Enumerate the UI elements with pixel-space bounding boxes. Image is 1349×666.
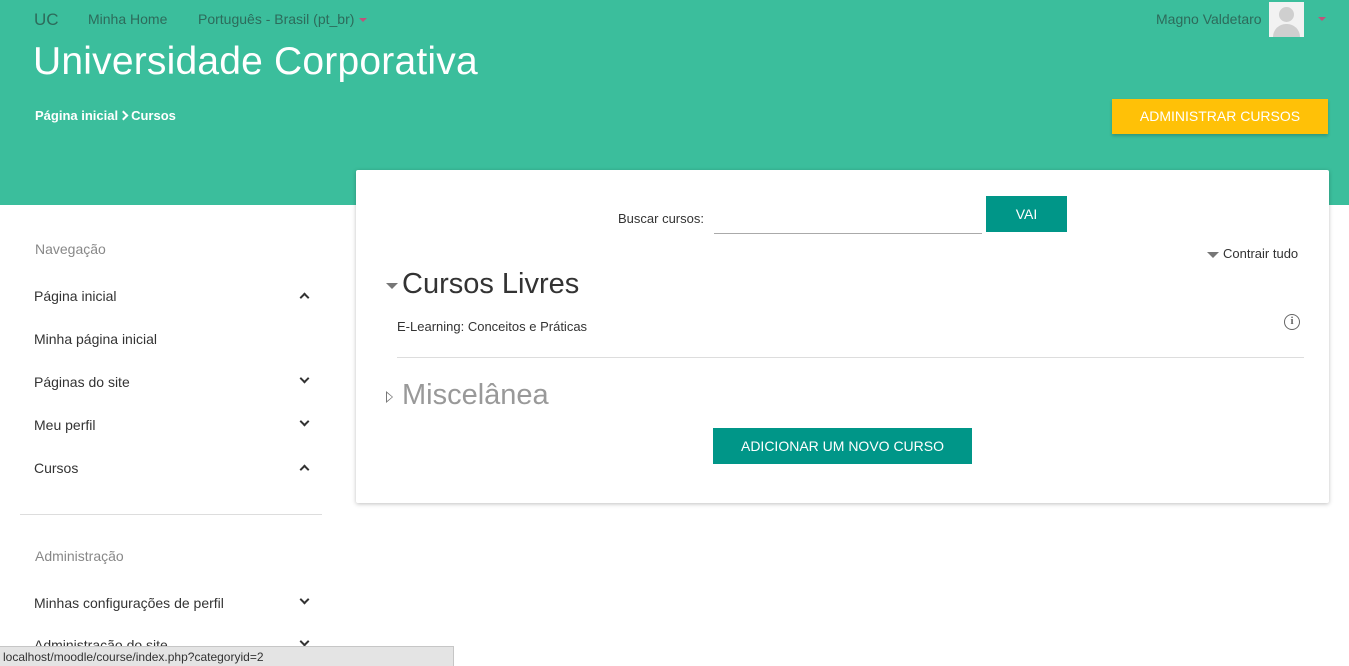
sidebar-item-home[interactable]: Página inicial	[34, 288, 310, 304]
add-course-button[interactable]: ADICIONAR UM NOVO CURSO	[713, 428, 972, 464]
manage-courses-button[interactable]: ADMINISTRAR CURSOS	[1112, 99, 1328, 134]
sidebar-item-label: Cursos	[34, 460, 79, 476]
course-categories-card: Buscar cursos: VAI Contrair tudo Cursos …	[356, 170, 1329, 503]
user-menu-name[interactable]: Magno Valdetaro	[1156, 11, 1262, 27]
sidebar-item-profile-settings[interactable]: Minhas configurações de perfil	[34, 594, 310, 611]
navigation-heading: Navegação	[35, 241, 106, 257]
sidebar-item-label: Minha página inicial	[34, 331, 157, 347]
chevron-right-icon	[118, 110, 129, 121]
course-link[interactable]: E-Learning: Conceitos e Práticas	[397, 319, 587, 334]
breadcrumb: Página inicial Cursos	[35, 108, 176, 123]
category-title[interactable]: Cursos Livres	[402, 268, 579, 300]
sidebar-item-my-homepage[interactable]: Minha página inicial	[34, 331, 308, 347]
triangle-right-icon	[386, 391, 393, 403]
language-label: Português - Brasil (pt_br)	[198, 11, 355, 27]
caret-down-icon	[359, 18, 368, 23]
triangle-down-icon	[386, 283, 398, 289]
top-navbar: UC Minha Home Português - Brasil (pt_br)…	[0, 0, 1349, 38]
collapse-all-label: Contrair tudo	[1223, 246, 1299, 261]
sidebar-item-label: Minhas configurações de perfil	[34, 595, 224, 611]
nav-home-link[interactable]: Minha Home	[88, 11, 167, 27]
category-cursos-livres[interactable]: Cursos Livres	[386, 268, 579, 301]
category-miscelanea[interactable]: Miscelânea	[386, 379, 549, 412]
brand-link[interactable]: UC	[34, 10, 59, 30]
administration-heading: Administração	[35, 548, 124, 564]
avatar[interactable]	[1269, 2, 1304, 37]
breadcrumb-home-link[interactable]: Página inicial	[35, 108, 118, 123]
chevron-up-icon[interactable]	[299, 464, 310, 475]
user-menu-caret-icon[interactable]	[1318, 17, 1326, 21]
search-input[interactable]	[714, 208, 982, 234]
search-label: Buscar cursos:	[618, 211, 704, 226]
sidebar-item-label: Páginas do site	[34, 374, 130, 390]
chevron-down-icon[interactable]	[299, 594, 310, 605]
sidebar-item-label: Página inicial	[34, 288, 117, 304]
chevron-down-icon[interactable]	[299, 416, 310, 427]
collapse-all-link[interactable]: Contrair tudo	[1207, 246, 1298, 261]
sidebar-item-site-pages[interactable]: Páginas do site	[34, 373, 310, 390]
site-title: Universidade Corporativa	[33, 40, 478, 83]
sidebar-item-courses[interactable]: Cursos	[34, 460, 310, 476]
chevron-up-icon[interactable]	[299, 292, 310, 303]
language-menu[interactable]: Português - Brasil (pt_br)	[198, 11, 368, 27]
chevron-down-icon[interactable]	[299, 373, 310, 384]
chevron-down-icon[interactable]	[299, 636, 310, 647]
sidebar-divider	[20, 514, 322, 515]
sidebar-item-label: Meu perfil	[34, 417, 96, 433]
category-divider	[397, 357, 1304, 358]
browser-status-bar: localhost/moodle/course/index.php?catego…	[0, 646, 454, 666]
info-icon[interactable]: i	[1284, 314, 1300, 330]
search-go-button[interactable]: VAI	[986, 196, 1067, 232]
category-title[interactable]: Miscelânea	[402, 379, 549, 411]
sidebar-item-my-profile[interactable]: Meu perfil	[34, 416, 310, 433]
breadcrumb-current[interactable]: Cursos	[131, 108, 176, 123]
triangle-down-icon	[1207, 251, 1219, 258]
